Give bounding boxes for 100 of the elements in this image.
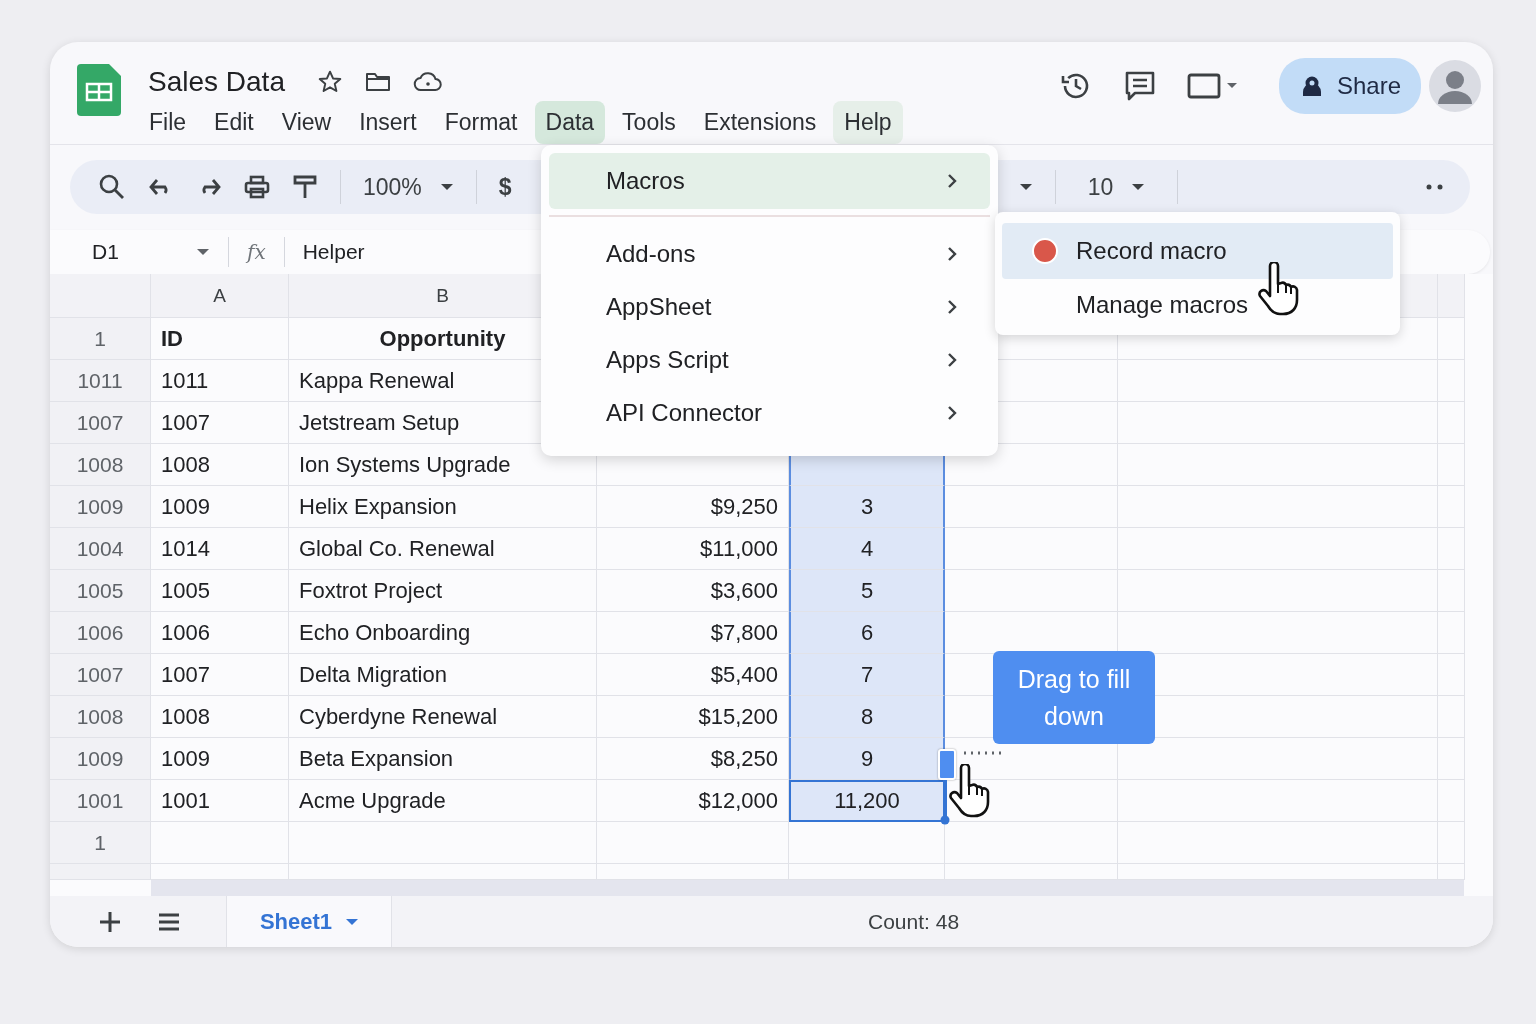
chevron-right-icon xyxy=(946,244,958,263)
avatar-icon[interactable] xyxy=(1429,60,1481,112)
table-cell xyxy=(1438,486,1465,528)
sheet-tab[interactable]: Sheet1 xyxy=(226,896,392,947)
row-header[interactable]: 1004 xyxy=(50,528,151,570)
add-sheet-icon[interactable] xyxy=(98,909,122,934)
horizontal-scrollbar[interactable] xyxy=(151,880,1464,896)
cloud-icon[interactable] xyxy=(412,71,443,93)
table-cell: Helix Expansion xyxy=(289,486,597,528)
dotted-line xyxy=(962,750,1002,756)
table-cell xyxy=(1438,360,1465,402)
table-cell: Cyberdyne Renewal xyxy=(289,696,597,738)
table-cell: 1005 xyxy=(151,570,289,612)
table-cell: 1009 xyxy=(151,738,289,780)
row-header[interactable]: 1006 xyxy=(50,612,151,654)
table-cell xyxy=(1438,402,1465,444)
caret-icon[interactable] xyxy=(196,248,210,256)
table-cell xyxy=(1438,738,1465,780)
menu-icon[interactable] xyxy=(158,912,180,931)
menu-item[interactable]: Tools xyxy=(611,101,687,144)
row-header[interactable]: 1008 xyxy=(50,696,151,738)
search-icon[interactable] xyxy=(98,173,126,201)
table-cell: 1007 xyxy=(151,654,289,696)
menu-item[interactable]: Manage macros xyxy=(1002,279,1393,331)
menu-item[interactable]: View xyxy=(270,101,343,144)
row-header[interactable]: 1009 xyxy=(50,738,151,780)
row-header[interactable]: 1007 xyxy=(50,654,151,696)
table-cell xyxy=(1438,444,1465,486)
table-cell: 11,200 xyxy=(789,780,945,822)
print-icon[interactable] xyxy=(244,174,270,200)
table-cell xyxy=(1438,612,1465,654)
share-button[interactable]: Share xyxy=(1278,58,1421,114)
table-cell: 6 xyxy=(789,612,945,654)
table-cell xyxy=(1438,780,1465,822)
present-icon[interactable] xyxy=(1186,71,1239,101)
chevron-right-icon xyxy=(946,403,958,422)
menu-item[interactable]: Record macro xyxy=(1002,223,1393,279)
fill-handle[interactable] xyxy=(938,749,956,780)
paint-format-icon[interactable] xyxy=(292,173,318,201)
font-size-select[interactable]: 10 xyxy=(1077,173,1156,201)
tooltip: Drag to fill down xyxy=(993,651,1155,744)
currency-format-button[interactable]: $ xyxy=(498,173,512,201)
table-cell: Delta Migration xyxy=(289,654,597,696)
folder-icon[interactable] xyxy=(364,71,391,93)
table-cell: Global Co. Renewal xyxy=(289,528,597,570)
table-cell: Beta Expansion xyxy=(289,738,597,780)
table-cell xyxy=(1438,696,1465,738)
menu-item[interactable]: Insert xyxy=(348,101,428,144)
table-cell: Echo Onboarding xyxy=(289,612,597,654)
star-icon[interactable] xyxy=(316,69,343,95)
table-cell xyxy=(1438,822,1465,864)
caret-icon[interactable] xyxy=(1018,183,1033,191)
table-cell xyxy=(1438,570,1465,612)
table-cell: Acme Upgrade xyxy=(289,780,597,822)
table-cell: 8 xyxy=(789,696,945,738)
row-header[interactable]: 1 xyxy=(50,318,151,360)
formula-input[interactable]: Helper xyxy=(302,240,365,264)
status-summary: Count: 48 xyxy=(868,909,960,934)
table-cell: 1008 xyxy=(151,696,289,738)
row-header[interactable]: 1008 xyxy=(50,444,151,486)
row-header[interactable]: 1 xyxy=(50,822,151,864)
table-cell: 1008 xyxy=(151,444,289,486)
table-cell: 1006 xyxy=(151,612,289,654)
caret-icon xyxy=(1131,183,1146,191)
menu-item[interactable]: File xyxy=(138,101,198,144)
menu-item[interactable]: Data xyxy=(534,101,606,144)
more-icon[interactable] xyxy=(1426,184,1444,190)
record-icon xyxy=(1032,238,1058,264)
table-cell: 1007 xyxy=(151,402,289,444)
table-cell: 1011 xyxy=(151,360,289,402)
spreadsheet-icon[interactable] xyxy=(77,64,121,116)
menu-item[interactable]: Extensions xyxy=(692,101,828,144)
row-header[interactable]: 1005 xyxy=(50,570,151,612)
table-cell: Foxtrot Project xyxy=(289,570,597,612)
chevron-right-icon xyxy=(946,172,958,190)
caret-icon xyxy=(346,917,359,926)
table-cell: ID xyxy=(151,318,289,360)
menu-item[interactable]: Macros xyxy=(549,153,990,209)
table-cell: 1014 xyxy=(151,528,289,570)
table-cell xyxy=(1438,318,1465,360)
row-header[interactable]: 1007 xyxy=(50,402,151,444)
column-header[interactable]: A xyxy=(151,274,289,318)
formula-label: fx xyxy=(247,240,266,264)
chevron-right-icon xyxy=(946,350,958,369)
table-cell xyxy=(1438,654,1465,696)
row-header[interactable]: 1009 xyxy=(50,486,151,528)
row-header[interactable]: 1011 xyxy=(50,360,151,402)
document-title[interactable]: Sales Data xyxy=(148,66,285,98)
menu-item[interactable]: Format xyxy=(433,101,529,144)
menu-item[interactable]: Help xyxy=(833,101,903,144)
row-header[interactable]: 1001 xyxy=(50,780,151,822)
caret-icon xyxy=(439,183,454,191)
chevron-right-icon xyxy=(946,297,958,316)
menu-item[interactable]: Edit xyxy=(203,101,265,144)
table-cell: 5 xyxy=(789,570,945,612)
table-cell: 1001 xyxy=(151,780,289,822)
zoom-select[interactable]: 100% xyxy=(363,173,454,201)
corner-cell[interactable] xyxy=(50,274,151,318)
cell-reference[interactable]: D1 xyxy=(92,240,178,264)
table-cell: 3 xyxy=(789,486,945,528)
